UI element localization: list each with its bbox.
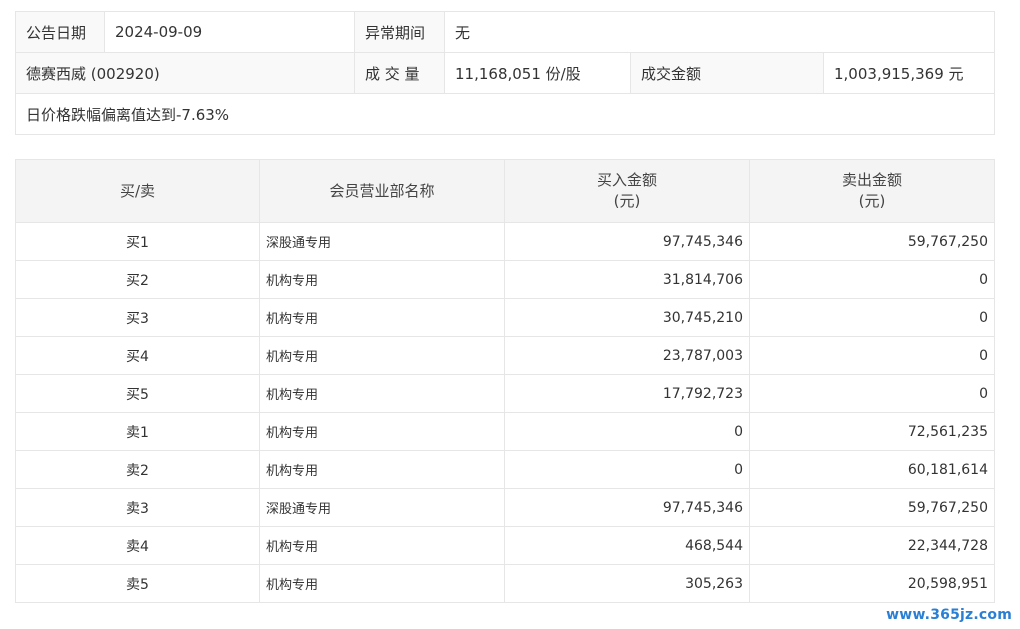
announce-date-value: 2024-09-09 [104,11,355,53]
row-dept: 机构专用 [259,450,505,489]
row-side: 卖2 [15,450,260,489]
row-dept: 机构专用 [259,298,505,337]
page: 公告日期 2024-09-09 异常期间 无 德赛西威 (002920) 成 交… [0,0,1020,629]
row-sell: 0 [749,374,995,413]
row-dept: 机构专用 [259,412,505,451]
header-buy: 买入金额 (元) [504,159,750,223]
row-side: 卖3 [15,488,260,527]
row-dept: 深股通专用 [259,222,505,261]
abnormal-period-label: 异常期间 [354,11,445,53]
stock-name: 德赛西威 (002920) [15,52,355,94]
row-side: 买5 [15,374,260,413]
table-header-row: 买/卖 会员营业部名称 买入金额 (元) 卖出金额 (元) [15,159,995,223]
table-row: 卖3 深股通专用 97,745,346 59,767,250 [15,488,995,527]
abnormal-period-value: 无 [443,11,996,53]
header-sell-title: 卖出金额 [841,171,902,189]
row-sell: 0 [749,260,995,299]
row-side: 买4 [15,336,260,375]
table-row: 买5 机构专用 17,792,723 0 [15,374,995,413]
row-side: 卖1 [15,412,260,451]
info-row-summary: 日价格跌幅偏离值达到-7.63% [14,93,996,135]
stock-info-table: 公告日期 2024-09-09 异常期间 无 德赛西威 (002920) 成 交… [14,11,996,135]
row-side: 买3 [15,298,260,337]
row-sell: 22,344,728 [749,526,995,565]
row-dept: 机构专用 [259,526,505,565]
row-buy: 0 [504,412,750,451]
row-buy: 30,745,210 [504,298,750,337]
row-dept: 机构专用 [259,374,505,413]
row-dept: 机构专用 [259,564,505,603]
table-row: 卖1 机构专用 0 72,561,235 [15,412,995,451]
info-row-volume: 德赛西威 (002920) 成 交 量 11,168,051 份/股 成交金额 … [15,52,996,94]
table-row: 买3 机构专用 30,745,210 0 [15,298,995,337]
table-row: 买1 深股通专用 97,745,346 59,767,250 [15,222,995,261]
row-buy: 97,745,346 [504,222,750,261]
announce-date-label: 公告日期 [15,11,105,53]
turnover-label: 成交金额 [630,52,824,94]
table-row: 卖5 机构专用 305,263 20,598,951 [15,564,995,603]
row-buy: 0 [504,450,750,489]
row-sell: 72,561,235 [749,412,995,451]
header-sell-unit: (元) [858,192,886,210]
site-watermark: www.365jz.com [886,607,1012,623]
row-side: 卖5 [15,564,260,603]
row-buy: 305,263 [504,564,750,603]
trading-seats-table: 买/卖 会员营业部名称 买入金额 (元) 卖出金额 (元) 买1 深股通专用 9… [15,159,995,603]
row-dept: 机构专用 [259,336,505,375]
row-sell: 59,767,250 [749,222,995,261]
header-buy-unit: (元) [613,192,641,210]
volume-value: 11,168,051 份/股 [444,52,631,94]
row-side: 卖4 [15,526,260,565]
row-dept: 深股通专用 [259,488,505,527]
row-buy: 31,814,706 [504,260,750,299]
table-row: 买4 机构专用 23,787,003 0 [15,336,995,375]
table-row: 卖2 机构专用 0 60,181,614 [15,450,995,489]
turnover-value: 1,003,915,369 元 [822,52,996,94]
row-sell: 0 [749,298,995,337]
info-row-date: 公告日期 2024-09-09 异常期间 无 [15,11,996,53]
row-side: 买1 [15,222,260,261]
row-buy: 97,745,346 [504,488,750,527]
header-sell: 卖出金额 (元) [749,159,995,223]
header-buy-title: 买入金额 [596,171,657,189]
row-buy: 17,792,723 [504,374,750,413]
deviation-summary: 日价格跌幅偏离值达到-7.63% [14,93,996,135]
volume-label: 成 交 量 [354,52,445,94]
row-buy: 23,787,003 [504,336,750,375]
header-dept: 会员营业部名称 [259,159,505,223]
row-dept: 机构专用 [259,260,505,299]
row-side: 买2 [15,260,260,299]
row-sell: 60,181,614 [749,450,995,489]
header-side: 买/卖 [15,159,260,223]
row-sell: 20,598,951 [749,564,995,603]
row-buy: 468,544 [504,526,750,565]
row-sell: 0 [749,336,995,375]
table-row: 卖4 机构专用 468,544 22,344,728 [15,526,995,565]
row-sell: 59,767,250 [749,488,995,527]
table-row: 买2 机构专用 31,814,706 0 [15,260,995,299]
